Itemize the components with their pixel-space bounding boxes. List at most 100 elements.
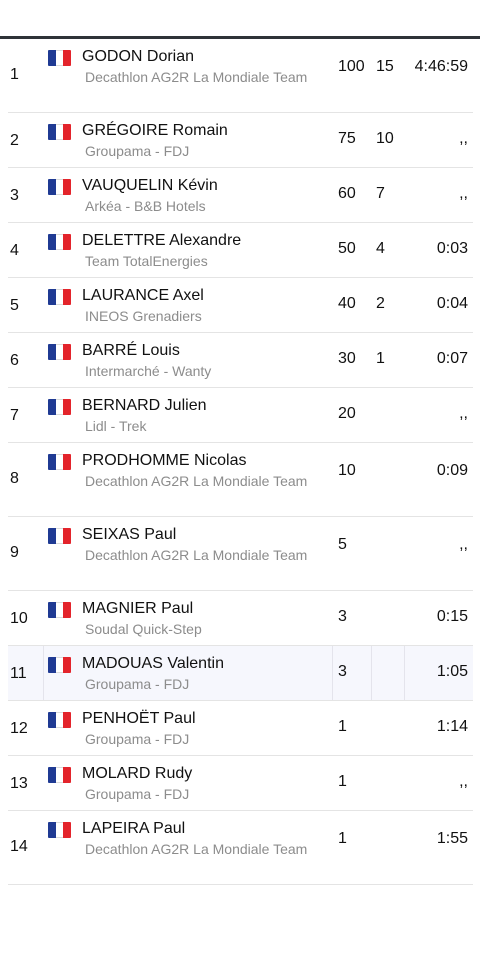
rider-name[interactable]: GODON Dorian: [82, 48, 194, 66]
points: 20: [338, 405, 356, 422]
team-name[interactable]: Team TotalEnergies: [85, 252, 325, 271]
team-name[interactable]: Groupama - FDJ: [85, 675, 325, 694]
rank: 12: [10, 720, 28, 737]
rider-name[interactable]: DELETTRE Alexandre: [82, 232, 241, 250]
rider-name[interactable]: VAUQUELIN Kévin: [82, 177, 218, 195]
points: 75: [338, 130, 356, 147]
points: 50: [338, 240, 356, 257]
team-name[interactable]: Groupama - FDJ: [85, 785, 325, 804]
rider-name[interactable]: GRÉGOIRE Romain: [82, 122, 228, 140]
team-name[interactable]: Groupama - FDJ: [85, 142, 325, 161]
france-flag-icon: [48, 124, 71, 140]
table-row[interactable]: 3 VAUQUELIN Kévin Arkéa - B&B Hotels 60 …: [8, 168, 473, 223]
column-divider: [332, 646, 333, 700]
france-flag-icon: [48, 767, 71, 783]
time-gap: 0:04: [436, 295, 468, 312]
rider-name[interactable]: MADOUAS Valentin: [82, 655, 224, 673]
table-row[interactable]: 10 MAGNIER Paul Soudal Quick-Step 3 0:15: [8, 591, 473, 646]
time-gap: 0:09: [436, 462, 468, 479]
rank: 1: [10, 66, 19, 83]
france-flag-icon: [48, 712, 71, 728]
table-row[interactable]: 8 PRODHOMME Nicolas Decathlon AG2R La Mo…: [8, 443, 473, 517]
time-gap: 0:07: [436, 350, 468, 367]
rider-name[interactable]: SEIXAS Paul: [82, 526, 176, 544]
rider-name[interactable]: MAGNIER Paul: [82, 600, 193, 618]
team-name[interactable]: Decathlon AG2R La Mondiale Team: [85, 68, 325, 87]
points: 1: [338, 718, 347, 735]
column-divider: [404, 646, 405, 700]
bonus: 7: [376, 185, 385, 202]
bonus: 15: [376, 58, 394, 75]
team-name[interactable]: Arkéa - B&B Hotels: [85, 197, 325, 216]
points: 30: [338, 350, 356, 367]
points: 40: [338, 295, 356, 312]
column-divider: [371, 646, 372, 700]
points: 10: [338, 462, 356, 479]
table-row[interactable]: 6 BARRÉ Louis Intermarché - Wanty 30 1 0…: [8, 333, 473, 388]
table-row[interactable]: 14 LAPEIRA Paul Decathlon AG2R La Mondia…: [8, 811, 473, 885]
rank: 14: [10, 838, 28, 855]
table-row[interactable]: 1 GODON Dorian Decathlon AG2R La Mondial…: [8, 39, 473, 113]
team-name[interactable]: Decathlon AG2R La Mondiale Team: [85, 472, 325, 491]
rank: 6: [10, 352, 19, 369]
france-flag-icon: [48, 454, 71, 470]
rider-name[interactable]: MOLARD Rudy: [82, 765, 192, 783]
bonus: 10: [376, 130, 394, 147]
france-flag-icon: [48, 344, 71, 360]
table-row-highlighted[interactable]: 11 MADOUAS Valentin Groupama - FDJ 3 1:0…: [8, 646, 473, 701]
team-name[interactable]: Decathlon AG2R La Mondiale Team: [85, 840, 325, 859]
rank: 10: [10, 610, 28, 627]
top-bar: [0, 0, 480, 36]
time-gap: ,,: [459, 405, 468, 422]
table-row[interactable]: 5 LAURANCE Axel INEOS Grenadiers 40 2 0:…: [8, 278, 473, 333]
time-gap: ,,: [459, 773, 468, 790]
team-name[interactable]: Intermarché - Wanty: [85, 362, 325, 381]
team-name[interactable]: Lidl - Trek: [85, 417, 325, 436]
table-row[interactable]: 9 SEIXAS Paul Decathlon AG2R La Mondiale…: [8, 517, 473, 591]
rank: 3: [10, 187, 19, 204]
france-flag-icon: [48, 399, 71, 415]
time-gap: 1:55: [436, 830, 468, 847]
france-flag-icon: [48, 50, 71, 66]
bonus: 1: [376, 350, 385, 367]
rider-name[interactable]: PRODHOMME Nicolas: [82, 452, 246, 470]
points: 3: [338, 608, 347, 625]
rank: 5: [10, 297, 19, 314]
table-row[interactable]: 4 DELETTRE Alexandre Team TotalEnergies …: [8, 223, 473, 278]
rank: 8: [10, 470, 19, 487]
bonus: 4: [376, 240, 385, 257]
team-name[interactable]: INEOS Grenadiers: [85, 307, 325, 326]
france-flag-icon: [48, 602, 71, 618]
table-row[interactable]: 13 MOLARD Rudy Groupama - FDJ 1 ,,: [8, 756, 473, 811]
france-flag-icon: [48, 234, 71, 250]
team-name[interactable]: Groupama - FDJ: [85, 730, 325, 749]
rider-name[interactable]: BARRÉ Louis: [82, 342, 180, 360]
france-flag-icon: [48, 822, 71, 838]
bonus: 2: [376, 295, 385, 312]
table-row[interactable]: 2 GRÉGOIRE Romain Groupama - FDJ 75 10 ,…: [8, 113, 473, 168]
rider-name[interactable]: LAPEIRA Paul: [82, 820, 185, 838]
time-gap: 4:46:59: [414, 58, 468, 75]
team-name[interactable]: Decathlon AG2R La Mondiale Team: [85, 546, 325, 565]
table-row[interactable]: 7 BERNARD Julien Lidl - Trek 20 ,,: [8, 388, 473, 443]
time-gap: ,,: [459, 130, 468, 147]
rider-name[interactable]: BERNARD Julien: [82, 397, 206, 415]
rank: 13: [10, 775, 28, 792]
france-flag-icon: [48, 179, 71, 195]
table-row[interactable]: 12 PENHOËT Paul Groupama - FDJ 1 1:14: [8, 701, 473, 756]
rider-name[interactable]: PENHOËT Paul: [82, 710, 196, 728]
time-gap: 1:05: [436, 663, 468, 680]
team-name[interactable]: Soudal Quick-Step: [85, 620, 325, 639]
time-gap: 0:03: [436, 240, 468, 257]
france-flag-icon: [48, 289, 71, 305]
time-gap: 1:14: [436, 718, 468, 735]
points: 60: [338, 185, 356, 202]
rider-name[interactable]: LAURANCE Axel: [82, 287, 204, 305]
france-flag-icon: [48, 528, 71, 544]
rank: 4: [10, 242, 19, 259]
points: 100: [338, 58, 365, 75]
rank: 7: [10, 407, 19, 424]
points: 1: [338, 773, 347, 790]
time-gap: 0:15: [436, 608, 468, 625]
points: 3: [338, 663, 347, 680]
